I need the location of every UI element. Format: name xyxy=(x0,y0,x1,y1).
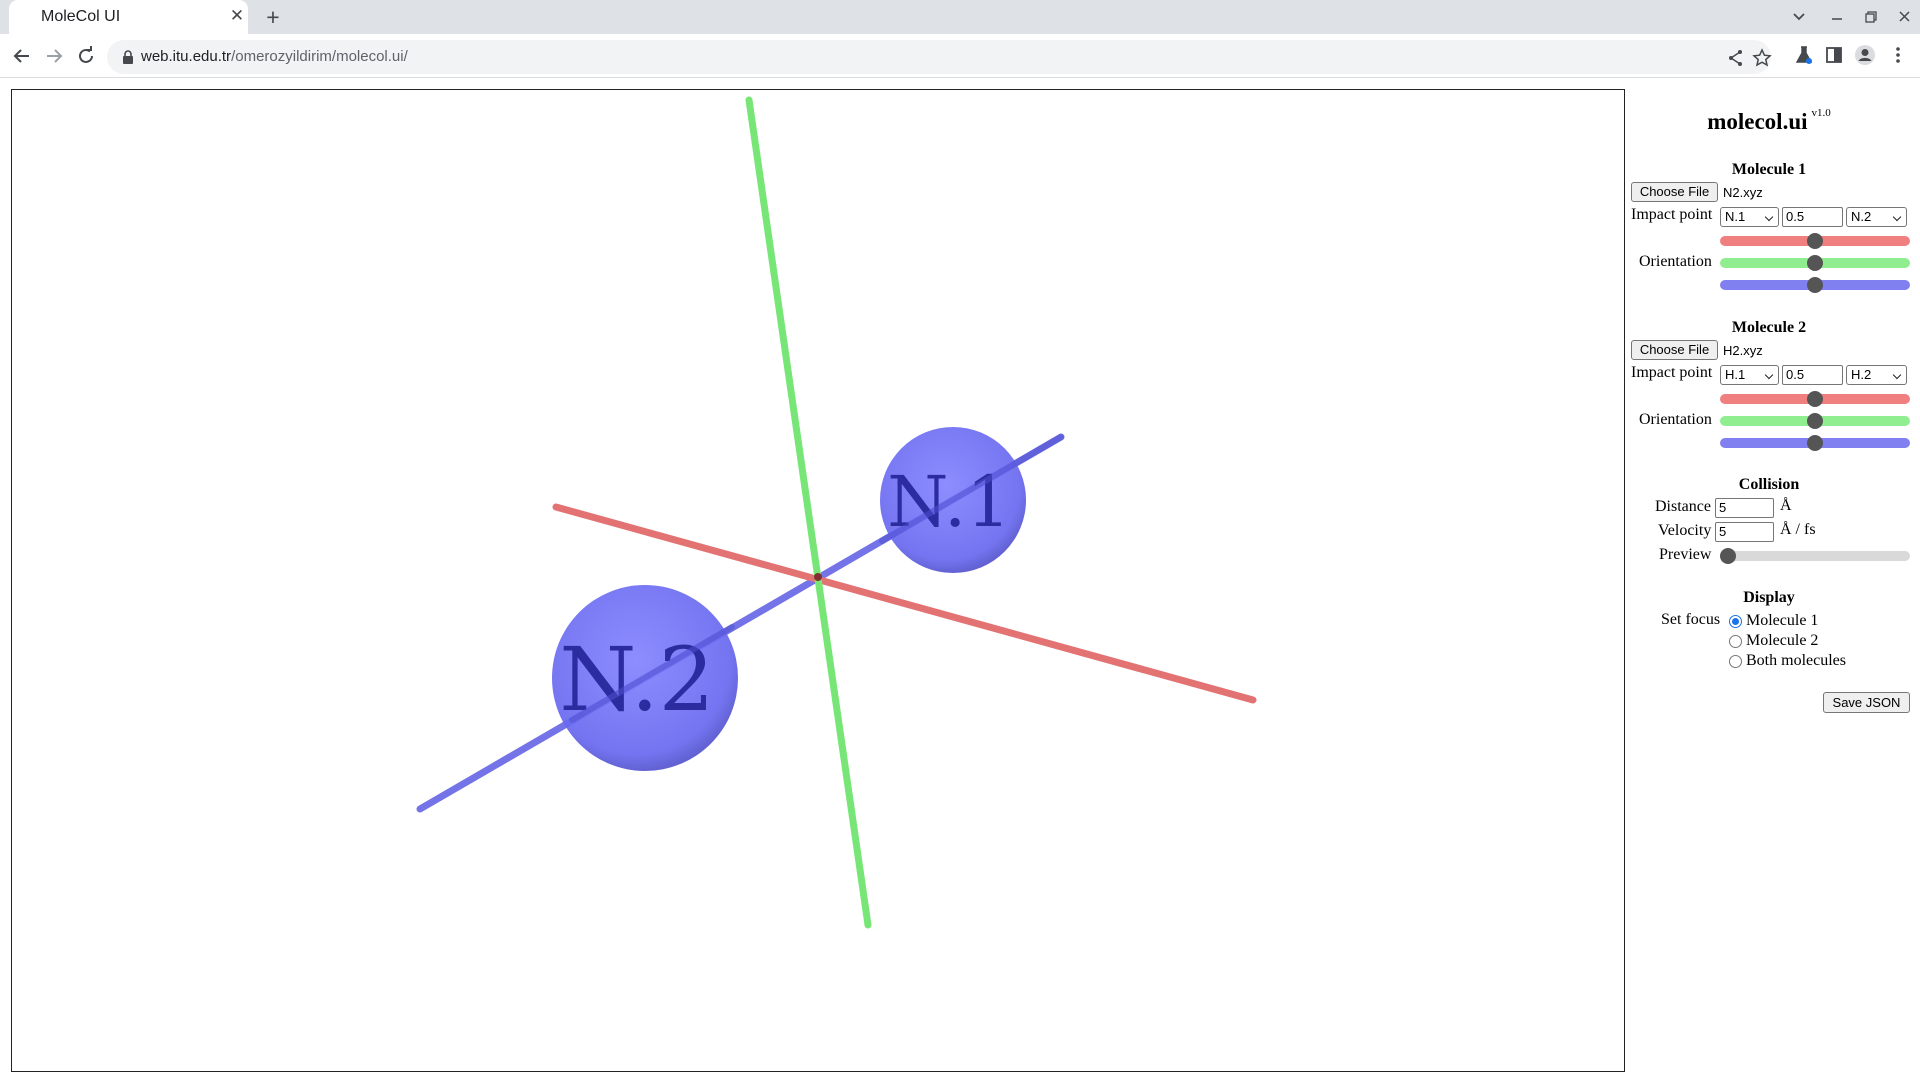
molecule1-choose-file-button[interactable]: Choose File xyxy=(1631,182,1718,202)
molecule2-title: Molecule 2 xyxy=(1731,319,1807,336)
slider-thumb[interactable] xyxy=(1807,277,1823,293)
molecule1-impact-from-select[interactable]: N.1 xyxy=(1720,207,1779,227)
velocity-input[interactable]: 5 xyxy=(1715,522,1774,542)
extension-flask-icon[interactable] xyxy=(1792,43,1816,67)
preview-label: Preview xyxy=(1659,546,1712,563)
url-path: /omerozyildirim/molecol.ui/ xyxy=(231,48,408,65)
share-icon[interactable] xyxy=(1725,47,1747,69)
url-text: web.itu.edu.tr/omerozyildirim/molecol.ui… xyxy=(141,48,408,65)
side-panel-icon[interactable] xyxy=(1822,43,1846,67)
velocity-unit: Å / fs xyxy=(1780,521,1816,538)
slider-thumb[interactable] xyxy=(1807,413,1823,429)
close-window-icon[interactable] xyxy=(1890,5,1920,29)
new-tab-button[interactable]: + xyxy=(259,3,287,31)
focus-radio-molecule1[interactable] xyxy=(1729,615,1742,628)
restore-icon[interactable] xyxy=(1856,5,1886,29)
close-tab-icon[interactable]: ✕ xyxy=(228,7,246,25)
app-version: v1.0 xyxy=(1811,107,1831,119)
molecule2-orientation-label: Orientation xyxy=(1639,411,1712,428)
control-panel: molecol.ui v1.0 Molecule 1 Choose File N2… xyxy=(1628,89,1920,1069)
distance-unit: Å xyxy=(1780,497,1792,514)
preview-slider[interactable] xyxy=(1720,548,1910,564)
display-title: Display xyxy=(1743,589,1795,606)
molecule1-orientation-red-slider[interactable] xyxy=(1720,233,1910,249)
y-axis-line xyxy=(745,96,872,929)
active-tab[interactable]: MoleCol UI ✕ xyxy=(9,0,248,34)
molecule-viewport[interactable]: N.2 N.1 xyxy=(11,89,1625,1072)
molecule2-orientation-blue-slider[interactable] xyxy=(1720,435,1910,451)
molecule1-impact-label: Impact point xyxy=(1631,206,1713,223)
tab-strip: MoleCol UI ✕ + xyxy=(0,0,1920,34)
axis-origin xyxy=(814,573,822,581)
back-icon[interactable] xyxy=(9,43,35,69)
bookmark-star-icon[interactable] xyxy=(1751,47,1773,69)
profile-icon[interactable] xyxy=(1853,43,1877,67)
focus-radio-molecule2[interactable] xyxy=(1729,635,1742,648)
molecule2-choose-file-button[interactable]: Choose File xyxy=(1631,340,1718,360)
focus-option-both: Both molecules xyxy=(1746,652,1846,669)
minimize-icon[interactable] xyxy=(1822,5,1852,29)
url-host: web.itu.edu.tr xyxy=(141,48,232,65)
focus-radio-both[interactable] xyxy=(1729,655,1742,668)
slider-thumb[interactable] xyxy=(1807,233,1823,249)
menu-kebab-icon[interactable] xyxy=(1886,43,1910,67)
molecule2-orientation-green-slider[interactable] xyxy=(1720,413,1910,429)
molecule2-impact-to-select[interactable]: H.2 xyxy=(1846,365,1907,385)
molecule2-orientation-red-slider[interactable] xyxy=(1720,391,1910,407)
tab-title: MoleCol UI xyxy=(41,8,121,25)
app-title: molecol.ui v1.0 xyxy=(1628,107,1910,135)
slider-thumb[interactable] xyxy=(1807,435,1823,451)
slider-thumb[interactable] xyxy=(1807,391,1823,407)
molecule1-impact-to-select[interactable]: N.2 xyxy=(1846,207,1907,227)
browser-toolbar: web.itu.edu.tr/omerozyildirim/molecol.ui… xyxy=(0,34,1920,78)
molecule2-impact-label: Impact point xyxy=(1631,364,1713,381)
collision-title: Collision xyxy=(1738,476,1800,493)
scene-canvas[interactable]: N.2 N.1 xyxy=(12,90,1624,1071)
reload-icon[interactable] xyxy=(73,43,99,69)
save-json-button[interactable]: Save JSON xyxy=(1823,692,1910,713)
molecule2-impact-from-select[interactable]: H.1 xyxy=(1720,365,1779,385)
molecule1-file-name: N2.xyz xyxy=(1723,185,1763,200)
molecule2-file-name: H2.xyz xyxy=(1723,343,1763,358)
lock-icon[interactable] xyxy=(121,49,135,65)
molecule1-impact-value-input[interactable]: 0.5 xyxy=(1782,207,1843,227)
molecule2-impact-value-input[interactable]: 0.5 xyxy=(1782,365,1843,385)
molecule1-orientation-green-slider[interactable] xyxy=(1720,255,1910,271)
forward-icon[interactable] xyxy=(41,43,67,69)
focus-option-molecule2: Molecule 2 xyxy=(1746,632,1819,649)
molecule1-orientation-blue-slider[interactable] xyxy=(1720,277,1910,293)
distance-label: Distance xyxy=(1655,498,1711,515)
set-focus-label: Set focus xyxy=(1661,611,1721,628)
velocity-label: Velocity xyxy=(1658,522,1712,539)
slider-thumb[interactable] xyxy=(1807,255,1823,271)
distance-input[interactable]: 5 xyxy=(1715,498,1774,518)
focus-option-molecule1: Molecule 1 xyxy=(1746,612,1819,629)
molecule1-orientation-label: Orientation xyxy=(1639,253,1712,270)
app-name: molecol.ui xyxy=(1707,109,1808,134)
molecule1-title: Molecule 1 xyxy=(1731,161,1807,178)
address-bar[interactable]: web.itu.edu.tr/omerozyildirim/molecol.ui… xyxy=(107,40,1773,74)
tab-search-icon[interactable] xyxy=(1784,5,1814,29)
slider-thumb[interactable] xyxy=(1720,548,1736,564)
